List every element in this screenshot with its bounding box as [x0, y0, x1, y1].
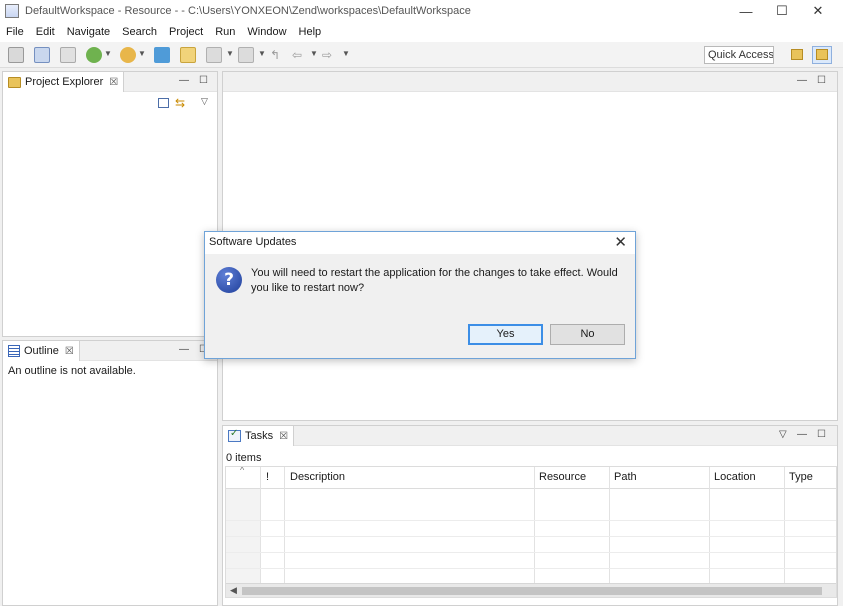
main-toolbar: ▼ ▼ ▼ ▼ ↰ ⇦ ▼ ⇨ ▼ Quick Access [0, 42, 843, 68]
menu-help[interactable]: Help [293, 26, 328, 38]
tasks-view-menu-icon[interactable]: ▽ [779, 429, 787, 440]
dialog-close-icon[interactable]: ✕ [614, 233, 627, 251]
open-perspective-button[interactable] [787, 46, 807, 64]
table-row [226, 521, 836, 537]
debug-dropdown-icon[interactable]: ▼ [104, 49, 112, 58]
link-with-editor-icon[interactable]: ⇆ [175, 96, 185, 110]
menu-edit[interactable]: Edit [30, 26, 61, 38]
previous-annotation-icon[interactable] [238, 47, 254, 63]
software-updates-dialog: Software Updates ✕ ? You will need to re… [204, 231, 636, 359]
column-type[interactable]: Type [789, 471, 813, 483]
menu-bar: File Edit Navigate Search Project Run Wi… [0, 22, 843, 42]
table-row [226, 505, 836, 521]
tasks-table: ^ ! Description Resource Path Location T… [225, 466, 837, 598]
next-annotation-dropdown-icon[interactable]: ▼ [226, 49, 234, 58]
previous-annotation-dropdown-icon[interactable]: ▼ [258, 49, 266, 58]
minimize-window-button[interactable]: — [728, 0, 764, 22]
tasks-icon [228, 428, 241, 442]
project-explorer-title: Project Explorer [25, 76, 104, 88]
close-tasks-icon[interactable]: ☒ [279, 431, 288, 442]
back-dropdown-icon[interactable]: ▼ [310, 49, 318, 58]
forward-icon[interactable]: ⇨ [322, 47, 338, 63]
quick-access-field[interactable]: Quick Access [704, 46, 774, 64]
outline-icon [8, 345, 20, 357]
tasks-count: 0 items [226, 452, 262, 464]
column-description[interactable]: Description [290, 471, 345, 483]
project-explorer-view-menu-icon[interactable]: ▽ [201, 96, 208, 107]
print-icon[interactable] [60, 47, 76, 63]
dialog-title: Software Updates [209, 236, 297, 248]
column-path[interactable]: Path [614, 471, 637, 483]
menu-project[interactable]: Project [163, 26, 209, 38]
dialog-message: You will need to restart the application… [251, 267, 618, 294]
project-explorer-icon [8, 76, 21, 88]
close-window-button[interactable]: ✕ [800, 0, 836, 22]
yes-button[interactable]: Yes [468, 324, 543, 345]
back-icon[interactable]: ⇦ [292, 47, 308, 63]
no-button[interactable]: No [550, 324, 625, 345]
resource-perspective-icon [816, 49, 828, 60]
run-dropdown-icon[interactable]: ▼ [138, 49, 146, 58]
new-icon[interactable] [8, 47, 24, 63]
tab-outline[interactable]: Outline ☒ [3, 341, 80, 361]
table-row [226, 537, 836, 553]
tasks-panel: Tasks ☒ ▽ — ☐ 0 items ^ ! Description Re… [222, 425, 838, 606]
column-location[interactable]: Location [714, 471, 756, 483]
menu-search[interactable]: Search [116, 26, 163, 38]
menu-window[interactable]: Window [241, 26, 292, 38]
open-folder-icon[interactable] [180, 47, 196, 63]
app-icon [5, 4, 19, 18]
maximize-project-explorer-icon[interactable]: ☐ [199, 75, 208, 86]
minimize-project-explorer-icon[interactable]: — [179, 75, 189, 86]
window-title: DefaultWorkspace - Resource - - C:\Users… [25, 5, 471, 17]
resource-perspective-button[interactable] [812, 46, 832, 64]
last-edit-location-icon[interactable]: ↰ [270, 47, 286, 63]
scroll-left-icon[interactable]: ◀ [230, 585, 237, 596]
dialog-titlebar: Software Updates ✕ [205, 232, 635, 254]
project-explorer-panel: Project Explorer ☒ — ☐ ⇆ ▽ [2, 71, 218, 337]
forward-dropdown-icon[interactable]: ▼ [342, 49, 350, 58]
outline-message: An outline is not available. [8, 365, 136, 377]
minimize-outline-icon[interactable]: — [179, 344, 189, 355]
menu-file[interactable]: File [0, 26, 30, 38]
open-perspective-icon [791, 49, 803, 60]
maximize-editor-icon[interactable]: ☐ [817, 75, 826, 86]
window-titlebar: DefaultWorkspace - Resource - - C:\Users… [0, 0, 843, 22]
tasks-tabbar: Tasks ☒ ▽ — ☐ [223, 426, 837, 446]
minimize-editor-icon[interactable]: — [797, 75, 807, 86]
tasks-horizontal-scrollbar[interactable]: ◀ [226, 583, 836, 597]
outline-title: Outline [24, 345, 59, 357]
tab-tasks[interactable]: Tasks ☒ [223, 426, 295, 446]
open-type-icon[interactable] [154, 47, 170, 63]
question-icon: ? [216, 267, 242, 293]
outline-panel: Outline ☒ — ☐ An outline is not availabl… [2, 340, 218, 606]
menu-run[interactable]: Run [209, 26, 241, 38]
tasks-table-header: ^ ! Description Resource Path Location T… [226, 467, 836, 489]
minimize-tasks-icon[interactable]: — [797, 429, 807, 440]
sort-indicator-icon: ^ [240, 466, 245, 475]
debug-icon[interactable] [86, 47, 102, 63]
project-explorer-tabbar: Project Explorer ☒ — ☐ [3, 72, 217, 92]
close-outline-icon[interactable]: ☒ [65, 346, 74, 357]
menu-navigate[interactable]: Navigate [61, 26, 116, 38]
save-icon[interactable] [34, 47, 50, 63]
collapse-all-icon[interactable] [158, 98, 169, 108]
next-annotation-icon[interactable] [206, 47, 222, 63]
scrollbar-thumb[interactable] [242, 587, 822, 595]
maximize-tasks-icon[interactable]: ☐ [817, 429, 826, 440]
column-priority[interactable]: ! [266, 471, 269, 483]
run-icon[interactable] [120, 47, 136, 63]
table-row [226, 553, 836, 569]
column-resource[interactable]: Resource [539, 471, 586, 483]
maximize-window-button[interactable]: ☐ [764, 0, 800, 22]
outline-tabbar: Outline ☒ — ☐ [3, 341, 217, 361]
close-project-explorer-icon[interactable]: ☒ [109, 77, 118, 88]
tasks-title: Tasks [245, 430, 274, 442]
editor-tabbar: — ☐ [223, 72, 837, 92]
tab-project-explorer[interactable]: Project Explorer ☒ [3, 72, 125, 92]
